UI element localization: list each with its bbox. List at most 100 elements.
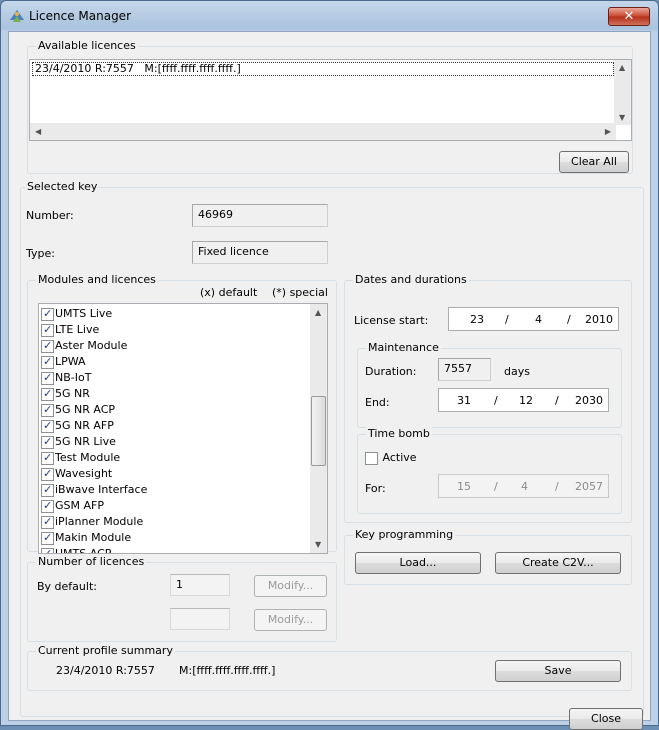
modify-default-button[interactable]: Modify... [254, 575, 327, 597]
module-label: Wavesight [55, 467, 113, 480]
licence-list-vscroll[interactable]: ▲ ▼ [614, 60, 631, 125]
scroll-down-icon[interactable]: ▼ [619, 113, 625, 122]
window-title: Licence Manager [29, 9, 131, 23]
module-row[interactable]: Aster Module [41, 338, 127, 354]
scroll-right-icon[interactable]: ▶ [605, 127, 611, 136]
module-checkbox-icon[interactable] [41, 482, 54, 498]
module-checkbox-icon[interactable] [41, 322, 54, 338]
title-bar[interactable]: Licence Manager ✕ [1, 1, 658, 31]
module-row[interactable]: 5G NR Live [41, 434, 116, 450]
number-of-licences-legend: Number of licences [36, 555, 147, 568]
module-label: 5G NR AFP [55, 419, 114, 432]
licence-list-item[interactable]: 23/4/2010 R:7557 M:[ffff.ffff.ffff.ffff.… [32, 62, 614, 76]
module-checkbox-icon[interactable] [41, 418, 54, 434]
save-button[interactable]: Save [495, 660, 621, 682]
module-row[interactable]: 5G NR AFP [41, 418, 114, 434]
modify-default-label: Modify... [267, 579, 314, 592]
scroll-thumb[interactable] [311, 396, 326, 466]
module-row[interactable]: Test Module [41, 450, 120, 466]
timebomb-for-date[interactable]: 15 / 4 / 2057 [438, 474, 609, 498]
maintenance-legend: Maintenance [366, 341, 441, 354]
second-licence-field[interactable] [170, 608, 230, 630]
module-checkbox-icon[interactable] [41, 306, 54, 322]
end-month: 12 [519, 394, 533, 407]
clear-all-label: Clear All [571, 155, 617, 168]
module-checkbox-icon[interactable] [41, 450, 54, 466]
selected-key-legend: Selected key [25, 180, 100, 193]
create-c2v-button[interactable]: Create C2V... [495, 552, 621, 574]
module-row[interactable]: UMTS ACP [41, 546, 112, 554]
number-field: 46969 [192, 204, 328, 227]
maintenance-end-date[interactable]: 31 / 12 / 2030 [438, 388, 609, 412]
by-default-field[interactable]: 1 [170, 574, 230, 596]
key-programming-legend: Key programming [353, 528, 456, 541]
module-row[interactable]: Makin Module [41, 530, 131, 546]
modules-list[interactable]: UMTS Live LTE Live Aster Module LPWA NB-IoT 5… [38, 303, 328, 554]
module-row[interactable]: Wavesight [41, 466, 112, 482]
date-separator: / [505, 313, 509, 326]
module-label: Test Module [55, 451, 121, 464]
module-label: 5G NR Live [55, 435, 116, 448]
date-separator: / [494, 394, 498, 407]
number-label: Number: [26, 209, 74, 222]
special-hint: (*) special [272, 286, 328, 299]
clear-all-button[interactable]: Clear All [559, 151, 629, 173]
module-checkbox-icon[interactable] [41, 530, 54, 546]
module-label: 5G NR ACP [55, 403, 116, 416]
profile-mask: M:[ffff.ffff.ffff.ffff.] [179, 664, 276, 677]
module-row[interactable]: LTE Live [41, 322, 99, 338]
module-row[interactable]: 5G NR ACP [41, 402, 115, 418]
save-label: Save [544, 664, 572, 677]
module-row[interactable]: LPWA [41, 354, 86, 370]
module-row[interactable]: iPlanner Module [41, 514, 143, 530]
close-label: Close [591, 712, 621, 725]
licence-list-hscroll[interactable]: ◀ ▶ [30, 123, 616, 140]
license-start-label: License start: [354, 314, 429, 327]
module-label: GSM AFP [55, 499, 104, 512]
module-checkbox-icon[interactable] [41, 338, 54, 354]
load-button[interactable]: Load... [355, 552, 481, 574]
dialog-client-area: Available licences 23/4/2010 R:7557 M:[f… [8, 31, 651, 730]
module-label: NB-IoT [55, 371, 92, 384]
scroll-down-icon[interactable]: ▼ [315, 540, 321, 549]
available-licences-list[interactable]: 23/4/2010 R:7557 M:[ffff.ffff.ffff.ffff.… [29, 59, 632, 141]
module-checkbox-icon[interactable] [41, 434, 54, 450]
for-day: 15 [457, 480, 471, 493]
module-checkbox-icon[interactable] [41, 466, 54, 482]
timebomb-legend: Time bomb [366, 427, 432, 440]
license-start-date[interactable]: 23 / 4 / 2010 [448, 307, 619, 331]
checkbox-icon[interactable] [365, 451, 378, 465]
module-row[interactable]: GSM AFP [41, 498, 104, 514]
module-checkbox-icon[interactable] [41, 546, 54, 553]
default-hint: (x) default [200, 286, 258, 299]
scroll-up-icon[interactable]: ▲ [315, 308, 321, 317]
module-label: LTE Live [55, 323, 100, 336]
scroll-left-icon[interactable]: ◀ [35, 127, 41, 136]
end-label: End: [365, 396, 390, 409]
timebomb-active-checkbox[interactable]: Active [365, 451, 417, 465]
duration-label: Duration: [365, 365, 417, 378]
module-row[interactable]: UMTS Live [41, 306, 112, 322]
scroll-up-icon[interactable]: ▲ [619, 63, 625, 72]
module-label: 5G NR [55, 387, 90, 400]
module-label: iPlanner Module [55, 515, 144, 528]
module-checkbox-icon[interactable] [41, 386, 54, 402]
module-checkbox-icon[interactable] [41, 354, 54, 370]
module-checkbox-icon[interactable] [41, 402, 54, 418]
profile-date-revision: 23/4/2010 R:7557 [56, 664, 155, 677]
module-checkbox-icon[interactable] [41, 514, 54, 530]
module-row[interactable]: 5G NR [41, 386, 90, 402]
for-year: 2057 [575, 480, 603, 493]
module-label: UMTS ACP [55, 547, 112, 554]
module-row[interactable]: NB-IoT [41, 370, 91, 386]
close-button[interactable]: Close [569, 708, 643, 730]
profile-summary-legend: Current profile summary [36, 644, 175, 657]
module-row[interactable]: iBwave Interface [41, 482, 147, 498]
modules-legend: Modules and licences [36, 273, 158, 286]
type-field: Fixed licence [192, 241, 328, 264]
modify-second-button[interactable]: Modify... [254, 609, 327, 631]
module-checkbox-icon[interactable] [41, 498, 54, 514]
module-checkbox-icon[interactable] [41, 370, 54, 386]
window-close-button[interactable]: ✕ [608, 7, 650, 26]
modules-list-vscroll[interactable]: ▲ ▼ [310, 304, 327, 553]
